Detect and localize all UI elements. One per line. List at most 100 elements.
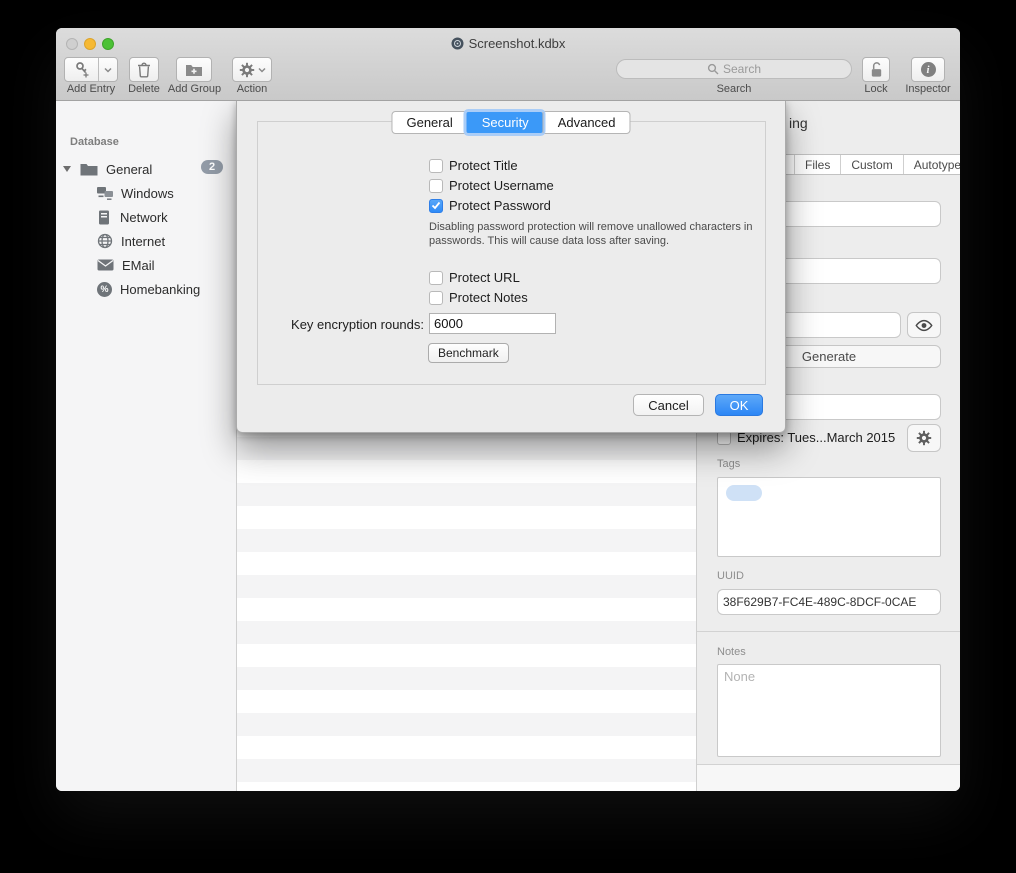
- close-button[interactable]: [66, 38, 78, 50]
- eye-icon: [914, 319, 934, 332]
- sidebar-item-email[interactable]: EMail: [56, 253, 237, 277]
- uuid-value: 38F629B7-FC4E-489C-8DCF-0CAE: [718, 590, 940, 614]
- protect-username-row: Protect Username: [429, 178, 554, 193]
- tags-box[interactable]: [717, 477, 941, 557]
- action-button[interactable]: [232, 57, 272, 82]
- password-protection-warning: Disabling password protection will remov…: [429, 220, 765, 248]
- tag-token[interactable]: [726, 485, 762, 501]
- uuid-field[interactable]: 38F629B7-FC4E-489C-8DCF-0CAE: [717, 589, 941, 615]
- protect-notes-label: Protect Notes: [449, 290, 528, 305]
- desktop: Screenshot.kdbx Add Entry Delete: [0, 0, 1016, 873]
- search-icon: [707, 63, 719, 75]
- search-placeholder: Search: [723, 62, 761, 76]
- sidebar-item-windows[interactable]: Windows: [56, 181, 237, 205]
- info-icon: i: [921, 62, 936, 77]
- protect-username-checkbox[interactable]: [429, 179, 443, 193]
- inspector-label: Inspector: [900, 83, 956, 95]
- folder-icon: [80, 163, 98, 176]
- protect-title-checkbox[interactable]: [429, 159, 443, 173]
- trash-icon: [137, 62, 151, 78]
- cancel-button[interactable]: Cancel: [633, 394, 704, 416]
- protect-password-label: Protect Password: [449, 198, 551, 213]
- section-divider: [697, 631, 960, 632]
- sidebar-item-label: Windows: [121, 186, 174, 201]
- tab-custom[interactable]: Custom: [840, 155, 902, 174]
- sidebar-item-label: Network: [120, 210, 168, 225]
- folder-plus-icon: [185, 63, 203, 77]
- reveal-password-button[interactable]: [907, 312, 941, 338]
- protect-password-checkbox[interactable]: [429, 199, 443, 213]
- chevron-down-icon: [258, 67, 266, 73]
- tab-files[interactable]: Files: [794, 155, 840, 174]
- lock-open-icon: [869, 61, 884, 79]
- check-icon: [431, 201, 441, 210]
- key-encryption-rounds-input[interactable]: [429, 313, 556, 334]
- sidebar-item-label: General: [106, 162, 152, 177]
- sidebar-section-database: Database: [70, 136, 119, 148]
- zoom-button[interactable]: [102, 38, 114, 50]
- sidebar-item-general[interactable]: General 2: [56, 157, 237, 181]
- ok-button[interactable]: OK: [715, 394, 763, 416]
- tab-security[interactable]: Security: [467, 112, 543, 133]
- action-label: Action: [230, 83, 274, 95]
- sidebar-item-network[interactable]: Network: [56, 205, 237, 229]
- add-entry-label: Add Entry: [64, 83, 118, 95]
- tab-general[interactable]: General: [392, 112, 466, 133]
- protect-notes-row: Protect Notes: [429, 290, 528, 305]
- gear-icon: [239, 62, 255, 78]
- protect-title-label: Protect Title: [449, 158, 518, 173]
- gear-icon: [916, 430, 932, 446]
- sidebar-item-internet[interactable]: Internet: [56, 229, 237, 253]
- inspector-footer: [697, 764, 960, 791]
- delete-button[interactable]: [129, 57, 159, 82]
- expires-settings-button[interactable]: [907, 424, 941, 452]
- sidebar: Database General 2 Windows Network: [56, 100, 237, 791]
- tab-advanced[interactable]: Advanced: [543, 112, 630, 133]
- notes-label: Notes: [717, 646, 746, 658]
- lock-button[interactable]: [862, 57, 890, 82]
- chevron-down-icon[interactable]: [99, 67, 117, 73]
- sidebar-item-label: Internet: [121, 234, 165, 249]
- percent-icon: %: [97, 282, 112, 297]
- protect-url-row: Protect URL: [429, 270, 520, 285]
- notes-textarea[interactable]: None: [717, 664, 941, 757]
- delete-label: Delete: [122, 83, 166, 95]
- key-plus-icon: [65, 61, 98, 78]
- disclosure-triangle-icon[interactable]: [63, 166, 71, 172]
- count-badge: 2: [201, 160, 223, 174]
- tags-label: Tags: [717, 458, 740, 470]
- protect-url-label: Protect URL: [449, 270, 520, 285]
- minimize-button[interactable]: [84, 38, 96, 50]
- add-entry-button[interactable]: [64, 57, 118, 82]
- window-title: Screenshot.kdbx: [469, 36, 566, 51]
- server-icon: [98, 210, 110, 225]
- add-group-label: Add Group: [166, 83, 223, 95]
- inspector-button[interactable]: i: [911, 57, 945, 82]
- key-encryption-rounds-label: Key encryption rounds:: [237, 317, 424, 332]
- envelope-icon: [97, 259, 114, 271]
- windows-network-icon: [96, 186, 114, 201]
- document-icon: [451, 37, 464, 50]
- sidebar-item-label: EMail: [122, 258, 155, 273]
- sidebar-item-homebanking[interactable]: % Homebanking: [56, 277, 237, 301]
- notes-placeholder: None: [718, 665, 940, 688]
- globe-icon: [97, 233, 113, 249]
- inspector-title-clipped: ing: [789, 115, 808, 131]
- title-bar: Screenshot.kdbx: [56, 35, 960, 51]
- search-label: Search: [616, 83, 852, 95]
- lock-label: Lock: [854, 83, 898, 95]
- protect-username-label: Protect Username: [449, 178, 554, 193]
- protect-url-checkbox[interactable]: [429, 271, 443, 285]
- sidebar-item-label: Homebanking: [120, 282, 200, 297]
- protect-notes-checkbox[interactable]: [429, 291, 443, 305]
- toolbar: Screenshot.kdbx Add Entry Delete: [56, 28, 960, 101]
- app-window: Screenshot.kdbx Add Entry Delete: [56, 28, 960, 791]
- benchmark-button[interactable]: Benchmark: [428, 343, 509, 363]
- uuid-label: UUID: [717, 570, 744, 582]
- settings-tabs: General Security Advanced: [391, 111, 630, 134]
- protect-title-row: Protect Title: [429, 158, 518, 173]
- tab-autotype[interactable]: Autotype: [903, 155, 960, 174]
- search-input[interactable]: Search: [616, 59, 852, 79]
- add-group-button[interactable]: [176, 57, 212, 82]
- database-settings-sheet: General Security Advanced Protect Title …: [236, 100, 786, 433]
